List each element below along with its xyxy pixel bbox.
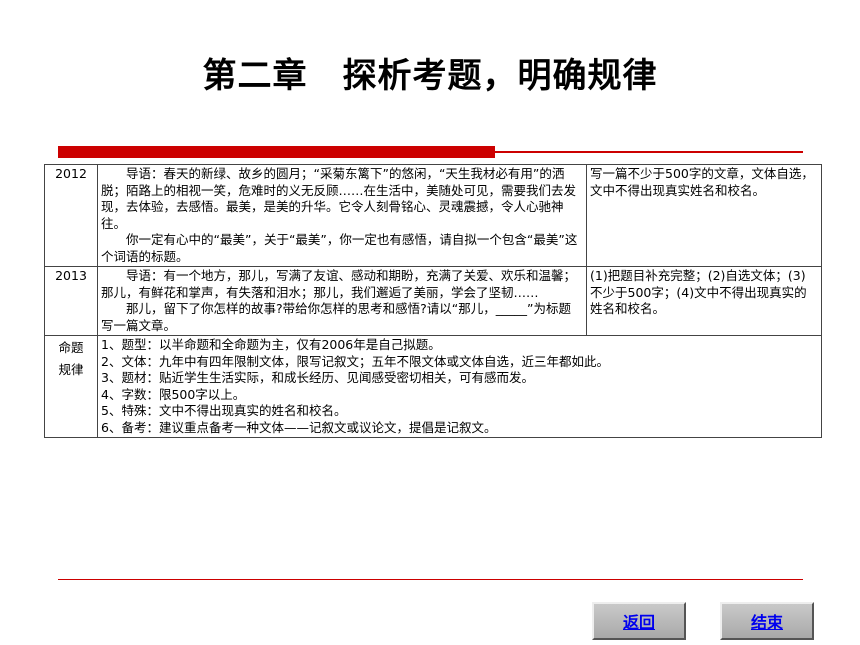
table-row-rules: 命题 规律 1、题型：以半命题和全命题为主，仅有2006年是自己拟题。 2、文体…	[44, 335, 822, 438]
prompt-cell-2012: 导语：春天的新绿、故乡的圆月；“采菊东篱下”的悠闲，“天生我材必有用”的洒脱；陌…	[97, 164, 587, 267]
decorative-red-bar	[58, 145, 803, 159]
back-button[interactable]: 返回	[592, 602, 686, 640]
end-button-label: 结束	[750, 613, 783, 632]
prompt-paragraph: 那儿，留下了你怎样的故事?带给你怎样的思考和感悟?请以“那儿，_____”为标题…	[101, 301, 571, 333]
back-button-label: 返回	[622, 613, 655, 632]
rules-label-cell: 命题 规律	[44, 335, 98, 438]
prompt-paragraph: 导语：有一个地方，那儿，写满了友谊、感动和期盼，充满了关爱、欢乐和温馨；那儿，有…	[101, 268, 577, 300]
rule-item: 4、字数：限500字以上。	[101, 386, 246, 402]
prompt-paragraph: 导语：春天的新绿、故乡的圆月；“采菊东篱下”的悠闲，“天生我材必有用”的洒脱；陌…	[101, 166, 577, 231]
rules-label-line: 命题	[58, 340, 84, 355]
page-title: 第二章 探析考题，明确规律	[202, 56, 658, 96]
rules-label-line: 规律	[58, 362, 84, 377]
year-cell-2012: 2012	[44, 164, 98, 267]
rule-item: 3、题材：贴近学生生活实际，和成长经历、见闻感受密切相关，可有感而发。	[101, 370, 534, 385]
rule-item: 2、文体：九年中有四年限制文体，限写记叙文；五年不限文体或文体自选，近三年都如此…	[101, 353, 609, 369]
prompt-cell-2013: 导语：有一个地方，那儿，写满了友谊、感动和期盼，充满了关爱、欢乐和温馨；那儿，有…	[97, 266, 587, 336]
requirement-cell-2013: (1)把题目补充完整；(2)自选文体；(3)不少于500字；(4)文中不得出现真…	[586, 266, 822, 336]
rules-content-cell: 1、题型：以半命题和全命题为主，仅有2006年是自己拟题。 2、文体：九年中有四…	[97, 335, 822, 438]
rule-item: 5、特殊：文中不得出现真实的姓名和校名。	[101, 403, 347, 418]
rule-item: 6、备考：建议重点备考一种文体——记叙文或议论文，提倡是记叙文。	[101, 419, 497, 435]
table-row-2012: 2012 导语：春天的新绿、故乡的圆月；“采菊东篱下”的悠闲，“天生我材必有用”…	[44, 164, 822, 267]
exam-analysis-table: 2012 导语：春天的新绿、故乡的圆月；“采菊东篱下”的悠闲，“天生我材必有用”…	[44, 164, 822, 438]
year-cell-2013: 2013	[44, 266, 98, 336]
requirement-cell-2012: 写一篇不少于500字的文章，文体自选，文中不得出现真实姓名和校名。	[586, 164, 822, 267]
prompt-paragraph: 你一定有心中的“最美”，关于“最美”，你一定也有感悟，请自拟一个包含“最美”这个…	[101, 232, 578, 264]
table-row-2013: 2013 导语：有一个地方，那儿，写满了友谊、感动和期盼，充满了关爱、欢乐和温馨…	[44, 266, 822, 336]
rule-item: 1、题型：以半命题和全命题为主，仅有2006年是自己拟题。	[101, 337, 441, 352]
red-bar-thick	[58, 146, 495, 158]
bottom-divider-line	[58, 579, 803, 580]
red-bar-thin	[495, 151, 803, 153]
end-button[interactable]: 结束	[720, 602, 814, 640]
